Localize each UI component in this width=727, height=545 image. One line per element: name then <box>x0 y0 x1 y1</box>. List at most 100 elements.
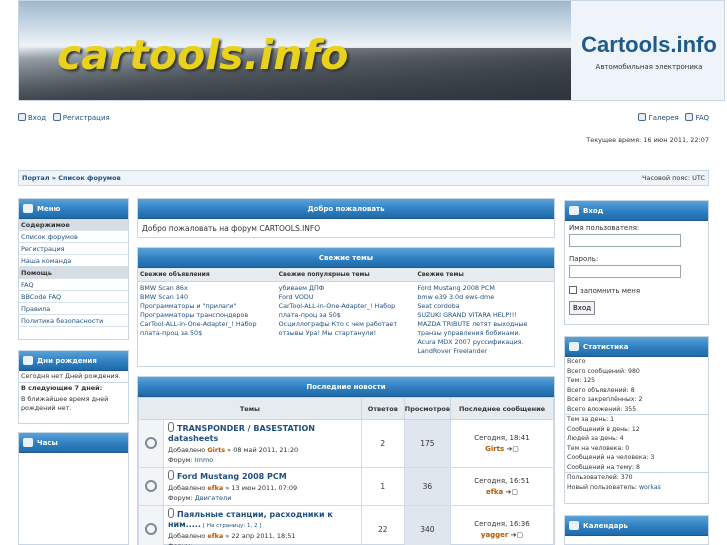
faq-link[interactable]: FAQ <box>685 113 709 122</box>
cake-icon <box>23 356 33 365</box>
fresh-topic-link[interactable]: MAZDA TRIBUTE летят выходные транзы упра… <box>417 320 552 338</box>
fresh-topic-link[interactable]: Ford VODU <box>279 293 414 302</box>
fresh-topic-link[interactable]: Осциллографы Кто с чем работает отзывы У… <box>279 320 414 338</box>
last-post-cell: Сегодня, 18:41 Girts ➔▢ <box>450 419 554 468</box>
forum-label: Форум: <box>168 494 193 502</box>
stats-line: Сообщений на человека: 3 <box>567 454 655 461</box>
last-post-time: Сегодня, 16:51 <box>474 476 530 485</box>
topic-date: » 08 май 2011, 21:20 <box>227 446 299 454</box>
stats-line: Сообщений на тему: 8 <box>567 463 640 471</box>
stats-header: Статистика <box>565 337 708 357</box>
fresh-topic-link[interactable]: LandRover Freelander <box>417 347 552 356</box>
last-post-time: Сегодня, 18:41 <box>474 433 530 442</box>
added-label: Добавлено <box>168 532 206 540</box>
menu-item[interactable]: BBCode FAQ <box>19 291 128 303</box>
fresh-topic-link[interactable]: SUZUKI GRAND VITARA HELP!!! <box>417 311 552 320</box>
goto-last-post-icon[interactable]: ➔▢ <box>511 531 523 539</box>
fresh-topics-table: Свежие объявления Свежие популярные темы С… <box>138 268 554 358</box>
remember-checkbox[interactable] <box>569 286 577 294</box>
fresh-topic-link[interactable]: BMW Scan 86x <box>140 284 275 293</box>
menu-item[interactable]: Наша команда <box>19 255 128 267</box>
attachment-icon <box>168 508 174 518</box>
login-link[interactable]: Вход <box>18 113 46 122</box>
last-post-user[interactable]: yagger <box>481 531 509 539</box>
topic-author[interactable]: efka <box>207 484 223 492</box>
stats-line: Сообщений в день: 12 <box>567 425 640 433</box>
topic-author[interactable]: efka <box>207 532 223 540</box>
fresh-topic-link[interactable]: убиваем ДПФ <box>279 284 414 293</box>
welcome-block: Добро пожаловать Добро пожаловать на фор… <box>137 198 555 238</box>
goto-last-post-icon[interactable]: ➔▢ <box>506 445 518 453</box>
topic-pages[interactable]: [ На страницу: 1, 2 ] <box>203 523 261 529</box>
col-views: Просмотров <box>403 397 452 420</box>
stats-line: Всего объявлений: 8 <box>567 386 635 394</box>
fresh-topic-link[interactable]: Acura MDX 2007 руссификация. <box>417 338 552 347</box>
topic-date: » 13 июн 2011, 07:09 <box>225 484 298 492</box>
menu-section: Помощь <box>19 267 128 279</box>
timezone: Часовой пояс: UTC <box>642 174 705 182</box>
faq-icon <box>685 113 694 121</box>
top-links: Вход Регистрация Галерея FAQ <box>18 113 709 125</box>
topic-cell: TRANSPONDER / BASESTATION datasheets Доб… <box>163 419 362 468</box>
stats-line: Всего закреплённых: 2 <box>567 396 643 403</box>
last-post-cell: Сегодня, 16:51 efka ➔▢ <box>450 467 554 506</box>
stats-line: Всего вложений: 355 <box>567 405 637 413</box>
chart-icon <box>569 342 579 351</box>
username-input[interactable] <box>569 234 681 247</box>
password-input[interactable] <box>569 265 681 278</box>
menu-item[interactable]: Список форумов <box>19 231 128 243</box>
stats-body: Всего Всего сообщений: 980 Тем: 125 Всего о… <box>565 357 708 492</box>
stats-line: Тем на человека: 0 <box>567 444 630 452</box>
stats-line: Всего <box>567 358 586 365</box>
topic-title-link[interactable]: TRANSPONDER / BASESTATION datasheets <box>168 424 315 443</box>
fresh-topic-link[interactable]: Программаторы транспондеров <box>140 311 275 320</box>
replies-cell: 22 <box>360 505 405 545</box>
topic-author[interactable]: Girts <box>207 446 225 454</box>
login-header: Вход <box>565 201 708 221</box>
stats-block: Статистика Всего Всего сообщений: 980 Тем:… <box>564 336 709 504</box>
register-link[interactable]: Регистрация <box>52 113 110 122</box>
added-label: Добавлено <box>168 484 206 492</box>
menu-item[interactable]: Регистрация <box>19 243 128 255</box>
fresh-topic-link[interactable]: Ford Mustang 2008 PCM <box>417 284 552 293</box>
topic-cell: Паяльные станции, расходники к ним..... … <box>163 505 362 545</box>
fresh-topic-link[interactable]: Seat cordoba <box>417 302 552 311</box>
views-cell: 340 <box>403 505 452 545</box>
menu-block: Меню Содержимое Список форумов Регистрация… <box>18 198 129 340</box>
fresh-col-header: Свежие темы <box>415 268 554 282</box>
gallery-icon <box>638 113 647 121</box>
stats-newest: Новый пользователь: workas <box>567 483 661 491</box>
fresh-topic-link[interactable]: CarTool-ALL-in-One-Adapter_! Набор плата… <box>279 302 414 320</box>
menu-item[interactable]: Правила <box>19 303 128 315</box>
fresh-topic-link[interactable]: CarTool-ALL-in-One-Adapter_! Набор плата… <box>140 320 275 338</box>
topic-forum-link[interactable]: Immo <box>195 456 214 464</box>
fresh-topic-link[interactable]: BMW Scan 140 <box>140 293 275 302</box>
clock-icon <box>23 438 33 447</box>
attachment-icon <box>168 422 174 432</box>
topic-status-cell <box>138 505 164 545</box>
last-post-user[interactable]: efka <box>486 488 503 496</box>
gallery-link[interactable]: Галерея <box>638 113 679 122</box>
site-title[interactable]: Cartools.info <box>572 32 726 58</box>
fresh-topic-link[interactable]: Программаторы и "прилаги" <box>140 302 275 311</box>
newest-user-link[interactable]: workas <box>639 484 661 491</box>
menu-item[interactable]: FAQ <box>19 279 128 291</box>
topic-cell: Ford Mustang 2008 PCM Добавлено efka » 1… <box>163 467 362 506</box>
topic-status-cell <box>138 419 164 468</box>
breadcrumb[interactable]: Портал » Список форумов <box>22 174 121 182</box>
views-cell: 175 <box>403 419 452 468</box>
last-post-user[interactable]: Girts <box>485 445 504 453</box>
menu-item[interactable]: Политика безопасности <box>19 315 128 327</box>
fresh-topic-link[interactable]: bmw e39 3.0d ews-dme <box>417 293 552 302</box>
site-subtitle: Автомобильная электроника <box>595 63 703 71</box>
topic-title-link[interactable]: Ford Mustang 2008 PCM <box>177 472 287 481</box>
goto-last-post-icon[interactable]: ➔▢ <box>505 488 517 496</box>
menu-header: Меню <box>19 199 128 219</box>
login-button[interactable]: Вход <box>569 301 596 315</box>
key-icon <box>569 206 579 215</box>
forum-label: Форум: <box>168 456 193 464</box>
topic-forum-link[interactable]: Двигатели <box>195 494 232 502</box>
news-table: Темы Ответов Просмотров Последнее сообще… <box>138 397 554 545</box>
banner-logo[interactable]: cartools.info <box>57 31 348 79</box>
stats-line: Тем за день: 1 <box>567 416 615 423</box>
